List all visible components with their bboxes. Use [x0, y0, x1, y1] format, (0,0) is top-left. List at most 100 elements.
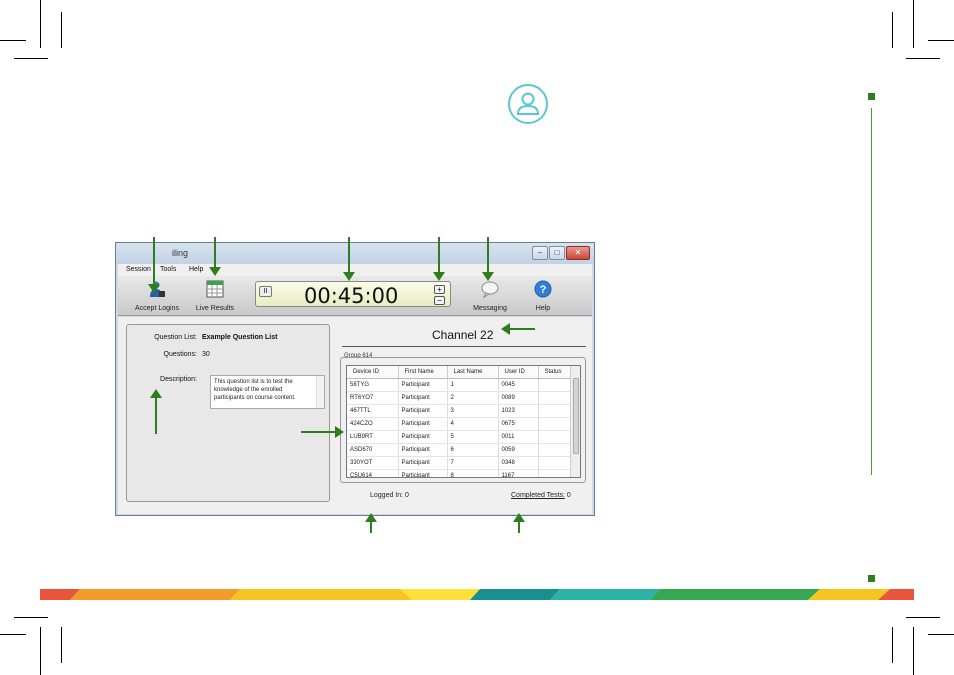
table-row[interactable]: 330YOT Participant 7 0348 — [347, 456, 573, 470]
cell-status — [538, 469, 573, 477]
table-row[interactable]: 58TYG Participant 1 0045 — [347, 378, 573, 392]
crop-mark — [928, 634, 954, 635]
crop-mark — [61, 12, 62, 48]
page-marker-bottom — [868, 575, 875, 582]
page-marker-line — [871, 108, 872, 475]
cell-device-id: RT6YO7 — [347, 391, 399, 405]
cell-first-name: Participant — [398, 417, 448, 431]
participant-grid: Device ID First Name Last Name User ID S… — [346, 365, 581, 478]
remove-time-button[interactable]: − — [434, 296, 445, 305]
annotation-arrowhead — [433, 272, 445, 281]
cell-device-id: 424CZO — [347, 417, 399, 431]
cell-user-id: 1023 — [498, 404, 539, 418]
menu-session[interactable]: Session — [126, 266, 151, 273]
grid-scroll-thumb[interactable] — [573, 378, 579, 454]
grid-scrollbar[interactable] — [570, 366, 580, 477]
table-row[interactable]: LUB9RT Participant 5 0011 — [347, 430, 573, 444]
cell-last-name: 3 — [447, 404, 499, 418]
annotation-arrowhead — [482, 272, 494, 281]
cell-device-id: 467TTL — [347, 404, 399, 418]
crop-mark — [892, 12, 893, 48]
cell-user-id: 0045 — [498, 378, 539, 392]
column-header-first-name[interactable]: First Name — [398, 366, 448, 379]
add-time-button[interactable]: + — [434, 285, 445, 294]
cell-user-id: 0011 — [498, 430, 539, 444]
cell-last-name: 8 — [447, 469, 499, 477]
completed-tests-value: 0 — [566, 492, 571, 499]
page: iling – □ ✕ Session Tools Help Accept Lo… — [0, 0, 954, 675]
decorative-band — [40, 589, 914, 600]
description-scrollbar[interactable] — [316, 376, 324, 408]
cell-last-name: 7 — [447, 456, 499, 470]
crop-mark — [913, 0, 914, 48]
annotation-arrowhead — [501, 323, 510, 335]
annotation-arrow — [370, 521, 372, 533]
description-label: Description: — [160, 376, 197, 383]
menu-help[interactable]: Help — [189, 266, 203, 273]
annotation-arrow — [438, 237, 440, 274]
questions-label: Questions: — [163, 351, 197, 358]
table-row[interactable]: C5U614 Participant 8 1167 — [347, 469, 573, 477]
crop-mark — [14, 58, 48, 59]
annotation-arrow — [214, 237, 216, 270]
cell-first-name: Participant — [398, 404, 448, 418]
toolbar: Accept Logins Live Results II 00:45:00 +… — [118, 276, 592, 316]
live-results-button[interactable]: Live Results — [192, 280, 238, 312]
window-titlebar[interactable]: iling – □ ✕ — [116, 243, 594, 264]
cell-device-id: 58TYG — [347, 378, 399, 392]
crop-mark — [906, 58, 940, 59]
annotation-arrow — [348, 237, 350, 274]
cell-status — [538, 443, 573, 457]
column-header-user-id[interactable]: User ID — [498, 366, 539, 379]
messaging-button[interactable]: Messaging — [470, 280, 510, 312]
table-row[interactable]: RT6YO7 Participant 2 0089 — [347, 391, 573, 405]
timer-display: 00:45:00 — [304, 284, 399, 308]
window-title: iling — [172, 248, 189, 258]
crop-mark — [892, 627, 893, 663]
table-header-row: Device ID First Name Last Name User ID S… — [347, 366, 573, 379]
cell-last-name: 2 — [447, 391, 499, 405]
minimize-button[interactable]: – — [532, 246, 548, 260]
close-button[interactable]: ✕ — [566, 246, 590, 260]
cell-first-name: Participant — [398, 430, 448, 444]
messaging-icon — [481, 281, 499, 299]
completed-tests-status: Completed Tests: 0 — [511, 492, 571, 499]
cell-device-id: ASD670 — [347, 443, 399, 457]
cell-first-name: Participant — [398, 391, 448, 405]
accept-logins-label: Accept Logins — [135, 305, 179, 312]
crop-mark — [913, 627, 914, 675]
annotation-arrowhead — [209, 267, 221, 276]
cell-status — [538, 456, 573, 470]
table-row[interactable]: ASD670 Participant 6 0059 — [347, 443, 573, 457]
annotation-arrow — [301, 431, 336, 433]
maximize-button[interactable]: □ — [549, 246, 565, 260]
cell-user-id: 1167 — [498, 469, 539, 477]
logged-in-status: Logged In: 0 — [370, 492, 409, 499]
crop-mark — [40, 0, 41, 48]
session-timer: II 00:45:00 + − — [255, 281, 451, 308]
annotation-arrow — [518, 521, 520, 533]
menu-tools[interactable]: Tools — [160, 266, 176, 273]
annotation-arrow — [155, 398, 157, 434]
questions-value: 30 — [202, 351, 210, 358]
crop-mark — [0, 40, 26, 41]
completed-tests-label[interactable]: Completed Tests: — [511, 492, 565, 499]
annotation-arrowhead — [335, 426, 344, 438]
cell-device-id: C5U614 — [347, 469, 399, 477]
annotation-arrow — [487, 237, 489, 274]
cell-status — [538, 391, 573, 405]
description-field[interactable]: This question list is to test the knowle… — [210, 375, 325, 409]
client-area: Question List: Example Question List Que… — [118, 317, 592, 514]
help-button[interactable]: ? Help — [531, 280, 555, 312]
annotation-arrowhead — [513, 513, 525, 522]
column-header-last-name[interactable]: Last Name — [447, 366, 499, 379]
table-row[interactable]: 467TTL Participant 3 1023 — [347, 404, 573, 418]
cell-status — [538, 430, 573, 444]
column-header-device-id[interactable]: Device ID — [347, 366, 399, 379]
column-header-status[interactable]: Status — [538, 366, 573, 379]
crop-mark — [14, 617, 48, 618]
pause-button[interactable]: II — [259, 286, 272, 297]
annotation-arrow — [510, 328, 535, 330]
table-row[interactable]: 424CZO Participant 4 0675 — [347, 417, 573, 431]
cell-status — [538, 378, 573, 392]
